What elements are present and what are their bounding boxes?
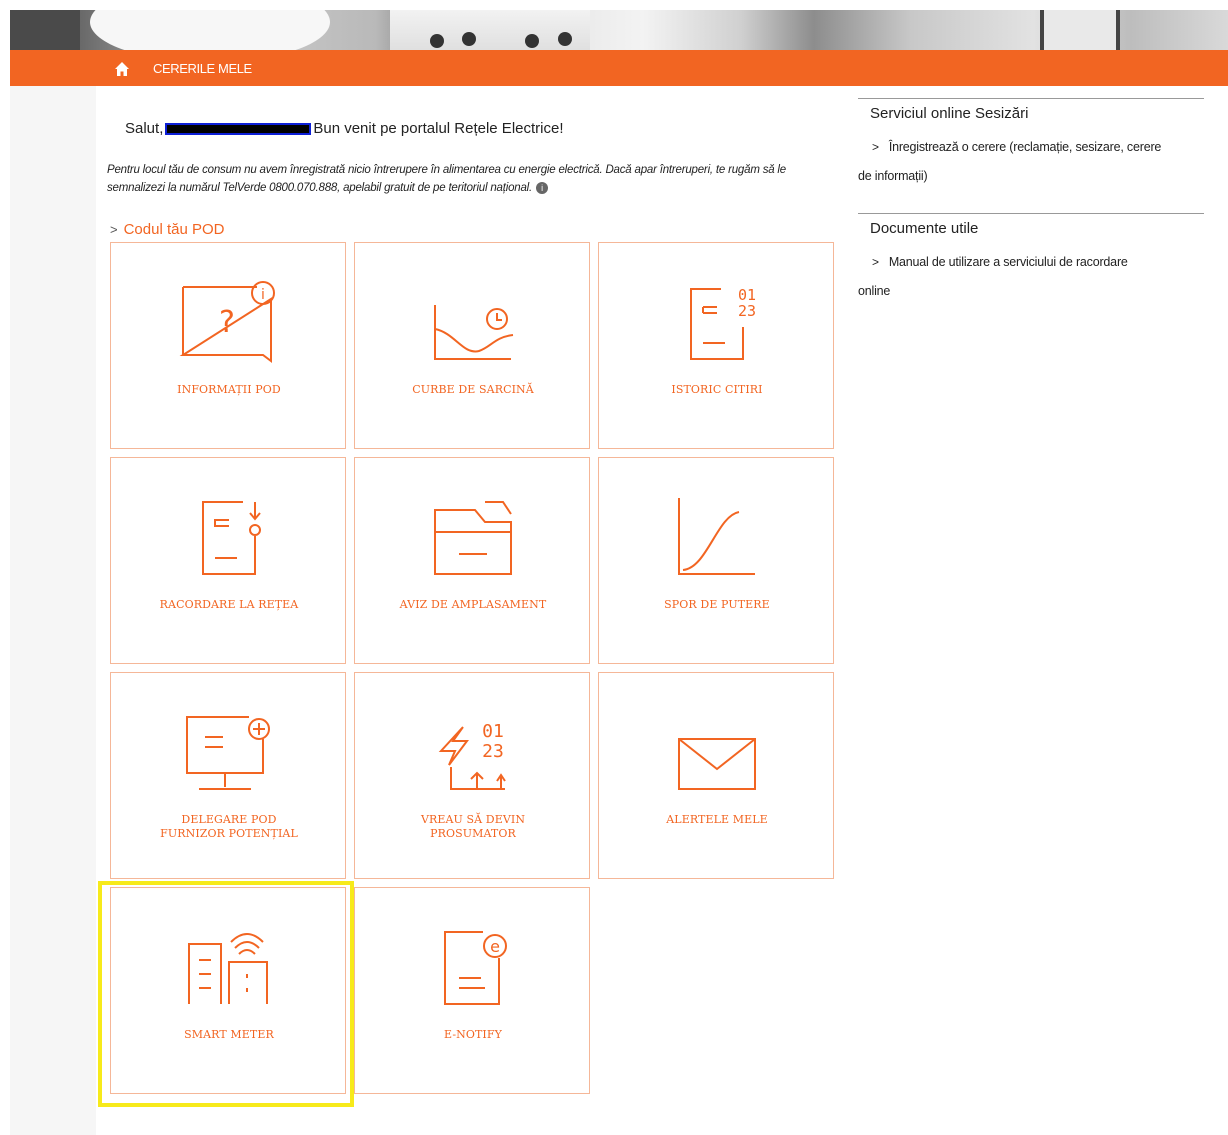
tile-label: ISTORIC CITIRI	[671, 383, 763, 396]
info-icon[interactable]: i	[536, 181, 549, 194]
nav-link-cererile-mele[interactable]: CERERILE MELE	[153, 61, 252, 76]
tile-label: AVIZ DE AMPLASAMENT	[399, 598, 547, 611]
right-sidebar: Serviciul online Sesizări > Înregistrează…	[858, 98, 1204, 306]
tile-racordare-la-retea[interactable]: RACORDARE LA REȚEA	[110, 457, 346, 664]
svg-text:e: e	[490, 937, 500, 956]
grid-connection-icon	[202, 501, 261, 575]
svg-text:01: 01	[482, 721, 504, 742]
tile-label: DELEGARE POD FURNIZOR POTENȚIAL	[160, 813, 298, 840]
left-margin-strip	[10, 86, 96, 1135]
pod-code-label: Codul tău POD	[123, 221, 225, 238]
tile-alertele-mele[interactable]: ALERTELE MELE	[598, 672, 834, 879]
tile-istoric-citiri[interactable]: 01 23 ISTORIC CITIRI	[598, 242, 834, 449]
redacted-username	[165, 123, 312, 136]
tile-label: INFORMAȚII POD	[177, 383, 281, 396]
tile-label: ALERTELE MELE	[666, 813, 768, 826]
prosumer-icon: 01 23	[438, 721, 506, 790]
folder-icon	[434, 501, 512, 575]
tile-label: E-NOTIFY	[444, 1028, 502, 1041]
sidebar-section-title: Documente utile	[870, 220, 979, 237]
top-navbar: CERERILE MELE	[10, 50, 1228, 86]
tile-label: CURBE DE SARCINĂ	[412, 383, 534, 396]
tile-label: RACORDARE LA REȚEA	[159, 598, 299, 611]
svg-text:?: ?	[219, 305, 235, 340]
chevron-right-icon: >	[872, 140, 879, 154]
svg-text:23: 23	[482, 741, 504, 762]
welcome-greeting: Salut, Bun venit pe portalul Rețele Elect…	[125, 120, 564, 137]
greeting-prefix: Salut,	[125, 120, 164, 137]
info-pod-icon: ? i	[179, 281, 275, 363]
reading-history-icon: 01 23	[690, 286, 756, 360]
chevron-right-icon: >	[872, 255, 879, 269]
sidebar-section-documente: Documente utile > Manual de utilizare a s…	[858, 213, 1204, 306]
tile-delegare-pod[interactable]: DELEGARE POD FURNIZOR POTENȚIAL	[110, 672, 346, 879]
tile-aviz-de-amplasament[interactable]: AVIZ DE AMPLASAMENT	[354, 457, 590, 664]
svg-text:23: 23	[738, 302, 756, 320]
envelope-icon	[678, 738, 756, 790]
sidebar-section-sesizari: Serviciul online Sesizări > Înregistrează…	[858, 98, 1204, 191]
selection-highlight	[98, 881, 354, 1107]
svg-text:i: i	[261, 287, 265, 303]
e-notify-icon: e	[444, 931, 507, 1005]
chevron-right-icon: >	[110, 222, 118, 237]
tile-curbe-de-sarcina[interactable]: CURBE DE SARCINĂ	[354, 242, 590, 449]
register-request-link[interactable]: > Înregistrează o cerere (reclamație, ses…	[858, 133, 1204, 191]
greeting-suffix: Bun venit pe portalul Rețele Electrice!	[313, 120, 564, 137]
tile-informatii-pod[interactable]: ? i INFORMAȚII POD	[110, 242, 346, 449]
tile-e-notify[interactable]: e E-NOTIFY	[354, 887, 590, 1094]
tile-spor-de-putere[interactable]: SPOR DE PUTERE	[598, 457, 834, 664]
sidebar-section-title: Serviciul online Sesizări	[870, 105, 1029, 122]
user-manual-link[interactable]: > Manual de utilizare a serviciului de ra…	[858, 248, 1204, 306]
monitor-plus-icon	[186, 716, 270, 790]
load-curve-icon	[434, 305, 514, 360]
tile-label: SPOR DE PUTERE	[664, 598, 770, 611]
power-curve-icon	[678, 498, 755, 575]
outage-notice-text: Pentru locul tău de consum nu avem înreg…	[107, 164, 786, 194]
tile-vreau-sa-devin-prosumator[interactable]: 01 23 VREAU SĂ DEVIN PROSUMATOR	[354, 672, 590, 879]
pod-code-link[interactable]: > Codul tău POD	[110, 221, 224, 238]
outage-notice: Pentru locul tău de consum nu avem înreg…	[107, 161, 837, 197]
tile-label: VREAU SĂ DEVIN PROSUMATOR	[420, 813, 526, 840]
home-icon[interactable]	[114, 61, 130, 77]
